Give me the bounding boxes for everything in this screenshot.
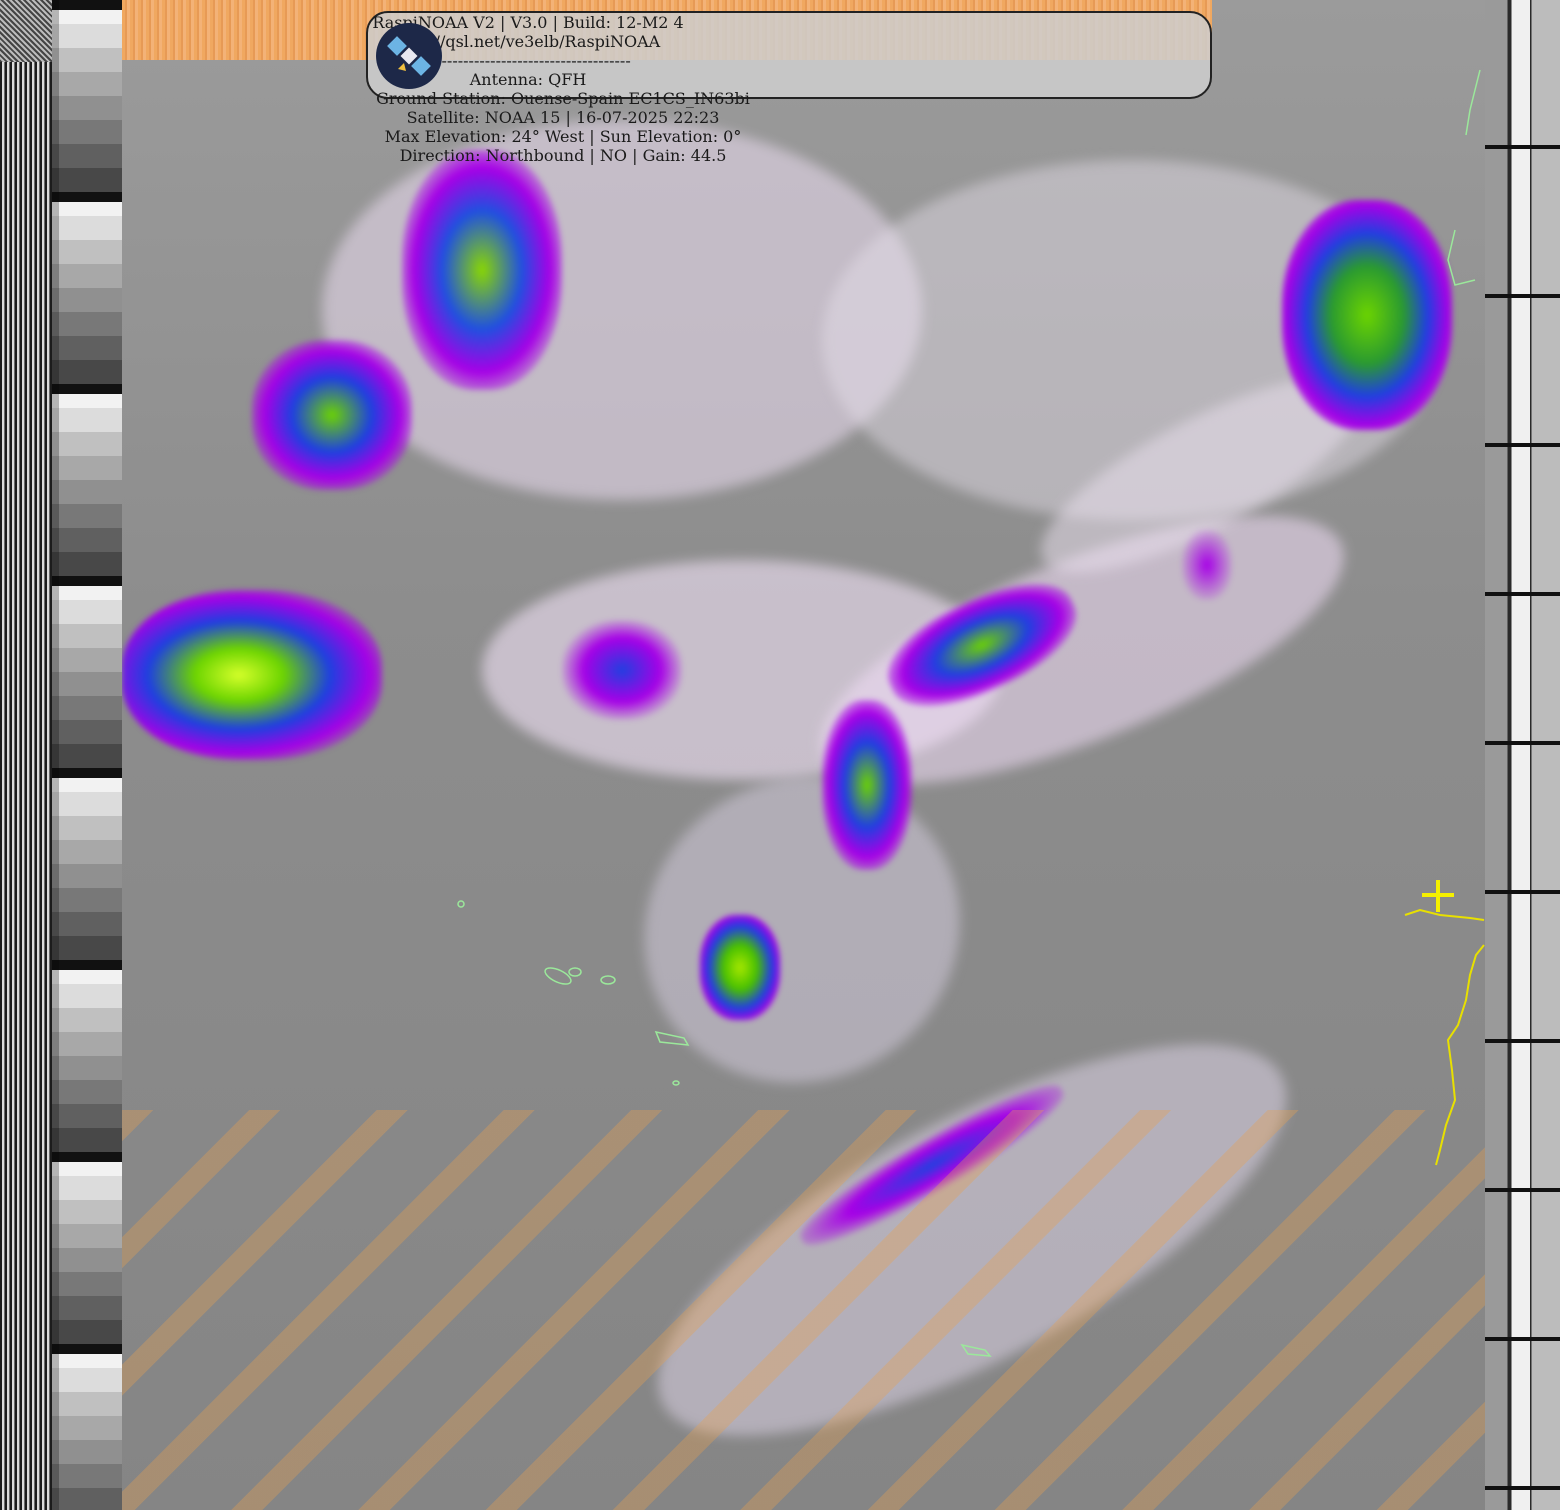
header-right-column: Ground Station: Ouense-Spain EC1CS_IN63b…	[368, 89, 758, 165]
elevation-info: Max Elevation: 24° West | Sun Elevation:…	[384, 127, 742, 146]
coastline	[1404, 908, 1485, 1166]
direction-gain: Direction: Northbound | NO | Gain: 44.5	[399, 146, 727, 165]
crosshair-marker-icon	[1422, 893, 1454, 897]
island-outline	[544, 967, 572, 985]
island-outline	[457, 900, 465, 908]
island-outline	[568, 967, 582, 977]
island-outline	[654, 1030, 690, 1046]
ground-station: Ground Station: Ouense-Spain EC1CS_IN63b…	[376, 89, 750, 108]
info-header: RaspiNOAA V2 | V3.0 | Build: 12-M2 4 htt…	[366, 11, 1212, 165]
island-outline	[600, 975, 616, 985]
satellite-logo-icon	[376, 23, 442, 89]
island-outline	[960, 1343, 992, 1357]
coastline-fragment	[1447, 69, 1481, 286]
map-overlay	[457, 69, 1485, 1357]
island-outline	[672, 1080, 680, 1086]
satellite-pass: Satellite: NOAA 15 | 16-07-2025 22:23	[406, 108, 720, 127]
